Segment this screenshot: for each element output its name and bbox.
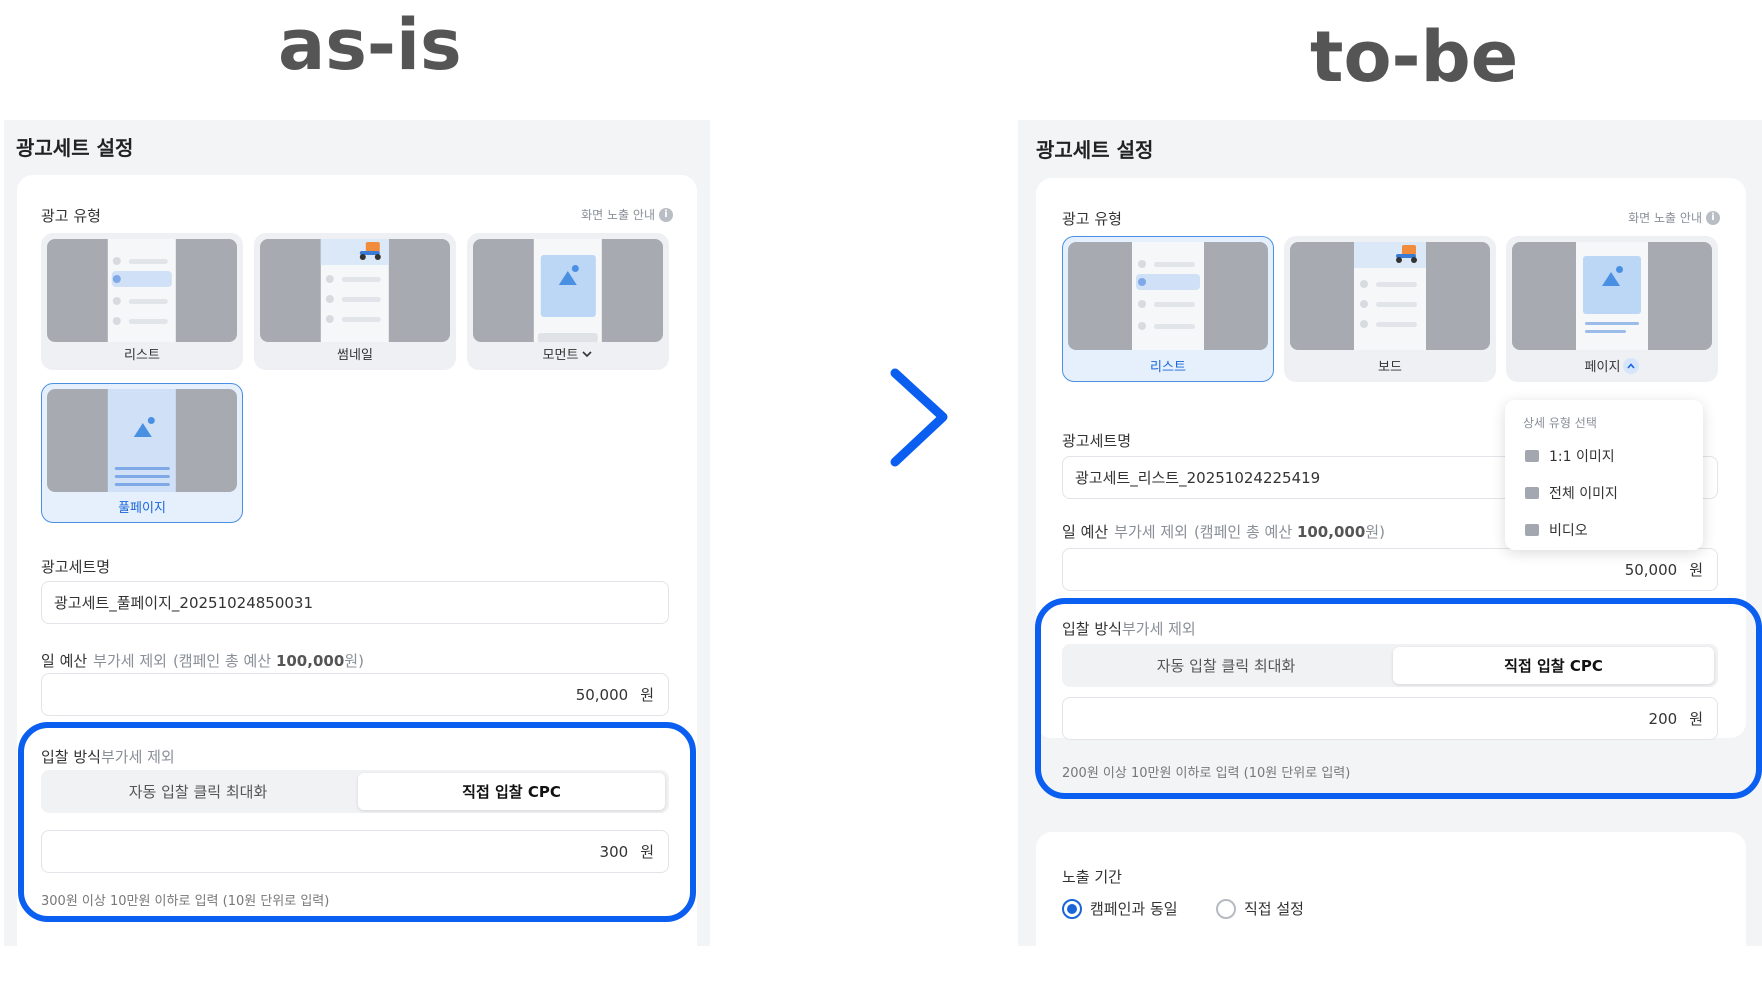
screen-guide-link[interactable]: 화면 노출 안내 i <box>1628 209 1720 226</box>
daily-budget-title: 일 예산 <box>41 652 88 670</box>
ad-type-option-list[interactable]: 리스트 <box>1062 236 1274 382</box>
exposure-period-label: 노출 기간 <box>1062 868 1122 886</box>
board-preview-image <box>1290 242 1490 350</box>
ad-type-option-moment[interactable]: 모먼트 <box>467 233 669 370</box>
exposure-period-card: 노출 기간 캠페인과 동일 직접 설정 <box>1036 832 1746 946</box>
chevron-up-icon[interactable] <box>1623 357 1640 374</box>
radio-custom-period[interactable]: 직접 설정 <box>1216 898 1304 919</box>
daily-budget-title: 일 예산 <box>1062 523 1109 541</box>
ad-type-option-page[interactable]: 페이지 <box>1506 236 1718 382</box>
adset-name-label: 광고세트명 <box>41 558 111 576</box>
ad-type-option-label: 보드 <box>1378 360 1402 375</box>
ad-type-option-label: 모먼트 <box>468 344 668 363</box>
list-preview-image <box>1068 242 1268 350</box>
highlight-box <box>18 722 696 922</box>
dropdown-item-label: 비디오 <box>1549 523 1588 539</box>
detail-type-dropdown: 상세 유형 선택 1:1 이미지 전체 이미지 비디오 <box>1505 400 1703 550</box>
dropdown-title: 상세 유형 선택 <box>1523 416 1597 430</box>
thumbnail-preview-image <box>260 239 450 342</box>
info-icon: i <box>659 207 673 222</box>
radio-label: 캠페인과 동일 <box>1090 900 1178 918</box>
adset-name-value: 광고세트_풀페이지_20251024850031 <box>54 594 314 612</box>
list-preview-image <box>47 239 237 342</box>
daily-budget-value: 50,000 <box>1624 560 1678 579</box>
ad-type-option-board[interactable]: 보드 <box>1284 236 1496 382</box>
image-icon <box>1525 487 1539 499</box>
daily-budget-input[interactable]: 50,000 원 <box>41 673 669 716</box>
image-icon <box>1525 450 1539 462</box>
ad-type-option-thumbnail[interactable]: 썸네일 <box>254 233 456 370</box>
ad-type-label: 광고 유형 <box>41 207 101 225</box>
info-icon: i <box>1706 210 1720 225</box>
moment-label-text: 모먼트 <box>542 348 579 363</box>
dropdown-item-square-image[interactable]: 1:1 이미지 <box>1525 446 1615 466</box>
moment-preview-image <box>473 239 663 342</box>
ad-type-option-label: 리스트 <box>124 348 160 363</box>
radio-label: 직접 설정 <box>1244 900 1304 918</box>
ad-type-label: 광고 유형 <box>1062 210 1122 228</box>
radio-same-as-campaign[interactable]: 캠페인과 동일 <box>1062 898 1178 919</box>
screen-guide-text: 화면 노출 안내 <box>1628 211 1702 225</box>
dropdown-item-video[interactable]: 비디오 <box>1525 520 1588 540</box>
vat-excluded-note: 부가세 제외 <box>93 652 167 670</box>
panel-title: 광고세트 설정 <box>1036 138 1154 162</box>
to-be-heading: to-be <box>1310 16 1519 98</box>
ad-type-option-fullpage[interactable]: 풀페이지 <box>41 383 243 523</box>
currency-unit: 원 <box>640 686 654 704</box>
ad-type-option-label: 풀페이지 <box>118 501 166 516</box>
to-be-panel: 광고세트 설정 광고 유형 화면 노출 안내 i 리스트 보드 페이지 광고세트… <box>1018 120 1762 946</box>
ad-type-option-label: 리스트 <box>1150 360 1186 375</box>
vat-excluded-note: 부가세 제외 <box>1114 523 1188 541</box>
screen-guide-text: 화면 노출 안내 <box>581 208 655 222</box>
radio-selected-icon <box>1062 898 1082 919</box>
page-label-text: 페이지 <box>1584 360 1621 375</box>
video-icon <box>1525 524 1539 536</box>
dropdown-item-label: 전체 이미지 <box>1549 486 1618 502</box>
chevron-right-icon <box>890 368 948 467</box>
scooter-icon <box>1396 245 1418 263</box>
screen-guide-link[interactable]: 화면 노출 안내 i <box>581 206 673 223</box>
daily-budget-label: 일 예산 부가세 제외 (캠페인 총 예산 100,000원) <box>41 650 364 671</box>
ad-type-option-label: 썸네일 <box>337 348 373 363</box>
fullpage-preview-image <box>47 389 237 492</box>
as-is-heading: as-is <box>278 4 462 86</box>
scooter-icon <box>359 242 381 260</box>
campaign-total-budget: (캠페인 총 예산 100,000원) <box>1193 523 1385 541</box>
page-preview-image <box>1512 242 1712 350</box>
ad-type-option-list[interactable]: 리스트 <box>41 233 243 370</box>
panel-title: 광고세트 설정 <box>16 136 134 160</box>
currency-unit: 원 <box>1689 561 1703 579</box>
as-is-panel: 광고세트 설정 광고 유형 화면 노출 안내 i 리스트 썸네일 모먼트 풀페이… <box>4 120 710 946</box>
bid-amount-hint: 200원 이상 10만원 이하로 입력 (10원 단위로 입력) <box>1062 766 1351 781</box>
daily-budget-label: 일 예산 부가세 제외 (캠페인 총 예산 100,000원) <box>1062 521 1385 542</box>
daily-budget-value: 50,000 <box>575 685 629 704</box>
adset-name-value: 광고세트_리스트_20251024225419 <box>1075 469 1321 487</box>
chevron-down-icon <box>582 350 593 357</box>
campaign-total-budget: (캠페인 총 예산 100,000원) <box>172 652 364 670</box>
dropdown-item-full-image[interactable]: 전체 이미지 <box>1525 483 1618 503</box>
ad-type-option-label: 페이지 <box>1507 356 1717 375</box>
daily-budget-input[interactable]: 50,000 원 <box>1062 548 1718 591</box>
dropdown-item-label: 1:1 이미지 <box>1549 449 1615 465</box>
radio-unselected-icon <box>1216 898 1236 919</box>
adset-name-input[interactable]: 광고세트_풀페이지_20251024850031 <box>41 581 669 624</box>
adset-name-label: 광고세트명 <box>1062 432 1132 450</box>
